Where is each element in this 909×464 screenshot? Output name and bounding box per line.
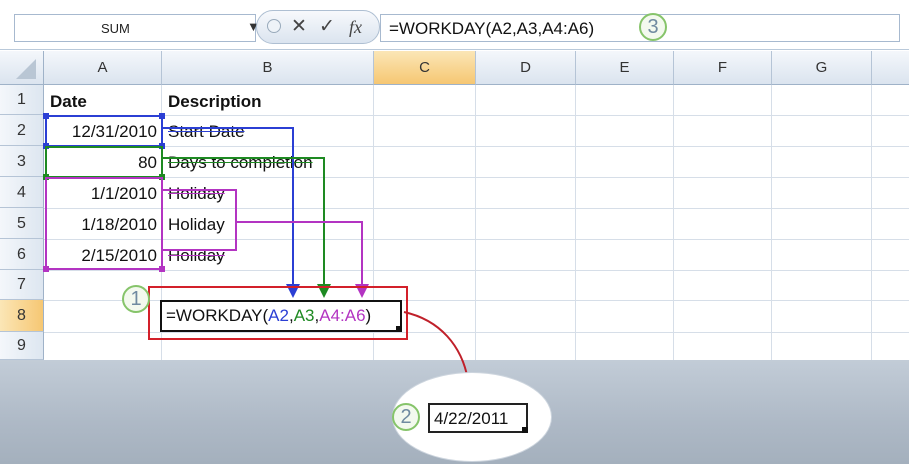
result-value: 4/22/2011 <box>434 409 509 428</box>
callout-2: 2 <box>392 403 420 431</box>
result-cell[interactable]: 4/22/2011 <box>428 403 528 433</box>
result-fill-handle[interactable] <box>522 427 528 433</box>
